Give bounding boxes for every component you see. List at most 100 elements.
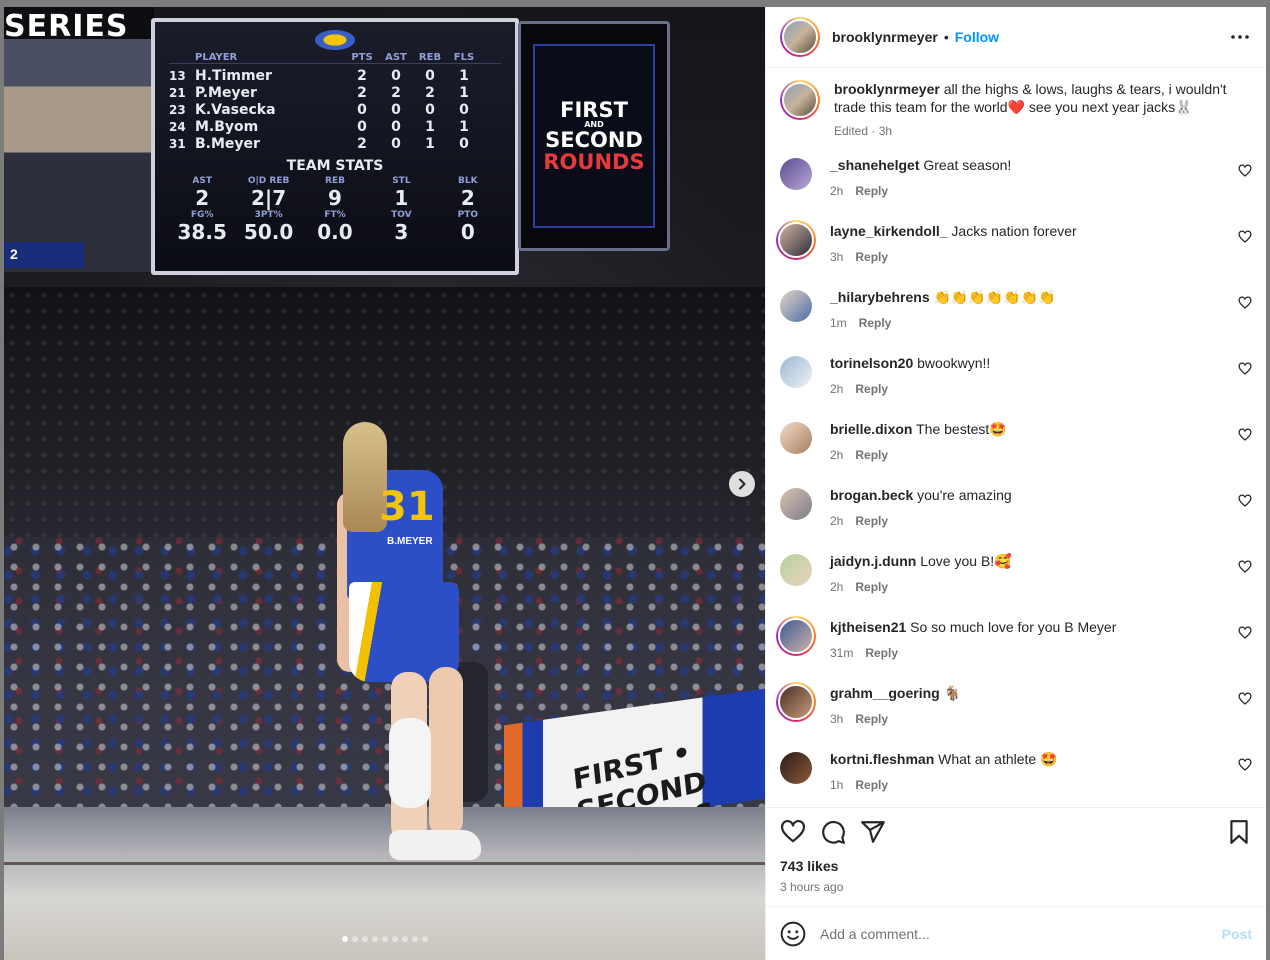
comment-like-heart-icon[interactable]	[1238, 296, 1252, 310]
comment-username[interactable]: kjtheisen21	[830, 619, 906, 635]
team-stat-value: 2	[195, 186, 210, 210]
reply-button[interactable]: Reply	[859, 314, 892, 332]
carousel-dot	[412, 936, 418, 942]
comment-time[interactable]: 2h	[830, 380, 843, 398]
author-username[interactable]: brooklynrmeyer	[832, 29, 938, 45]
comment-input[interactable]	[820, 925, 1222, 942]
scoreboard-fls: 0	[459, 101, 469, 118]
scoreboard-num: 31	[169, 136, 186, 151]
scoreboard-header: PLAYER PTS AST REB FLS	[169, 52, 501, 64]
comment-time[interactable]: 2h	[830, 512, 843, 530]
comment-item: grahm__goering 🐐 3h Reply	[776, 682, 1252, 750]
commenter-story-ring[interactable]	[776, 616, 816, 656]
comment-like-heart-icon[interactable]	[1238, 626, 1252, 640]
commenter-avatar[interactable]	[780, 158, 812, 190]
comment-body: jaidyn.j.dunn Love you B!🥰 2h Reply	[830, 552, 1052, 618]
comment-text: 🐐	[943, 685, 962, 701]
comment-like-heart-icon[interactable]	[1238, 494, 1252, 508]
comment-meta: 2h Reply	[830, 446, 1007, 464]
team-stat-label: FT%	[324, 210, 346, 220]
pts-col-header: PTS	[351, 52, 373, 63]
author-story-ring[interactable]	[780, 17, 820, 57]
reply-button[interactable]: Reply	[855, 578, 888, 596]
comment-time[interactable]: 31m	[830, 644, 853, 662]
scoreboard-row: 13 H.Timmer 2 0 0 1	[169, 67, 501, 84]
heart-icon[interactable]	[780, 819, 806, 845]
comment-username[interactable]: layne_kirkendoll_	[830, 223, 948, 239]
reply-button[interactable]: Reply	[855, 776, 888, 794]
comment-username[interactable]: _shanehelget	[830, 157, 919, 173]
carousel-dot	[342, 936, 348, 942]
comment-icon[interactable]	[820, 819, 846, 845]
comment-like-heart-icon[interactable]	[1238, 362, 1252, 376]
comment-time[interactable]: 1h	[830, 776, 843, 794]
emoji-icon[interactable]	[780, 921, 806, 947]
likes-count[interactable]: 743 likes	[780, 858, 1252, 874]
commenter-avatar[interactable]	[778, 222, 814, 258]
commenter-avatar[interactable]	[780, 290, 812, 322]
commenter-avatar[interactable]	[778, 618, 814, 654]
reply-button[interactable]: Reply	[855, 710, 888, 728]
comment-like-heart-icon[interactable]	[1238, 560, 1252, 574]
comment-time[interactable]: 3h	[830, 710, 843, 728]
comment-like-heart-icon[interactable]	[1238, 758, 1252, 772]
comment-username[interactable]: _hilarybehrens	[830, 289, 930, 305]
comment-username[interactable]: grahm__goering	[830, 685, 940, 701]
bookmark-icon[interactable]	[1226, 819, 1252, 845]
more-options-button[interactable]	[1228, 25, 1252, 49]
comment-line: layne_kirkendoll_ Jacks nation forever	[830, 222, 1077, 240]
comment-like-heart-icon[interactable]	[1238, 692, 1252, 706]
reply-button[interactable]: Reply	[855, 446, 888, 464]
post-media[interactable]: SERIES 2 PLAYER PTS AST REB FLS 13 H.Timm…	[4, 7, 765, 960]
post-time[interactable]: 3 hours ago	[780, 880, 1252, 894]
comment-time[interactable]: 2h	[830, 446, 843, 464]
comment-username[interactable]: jaidyn.j.dunn	[830, 553, 916, 569]
comments-list[interactable]: brooklynrmeyer all the highs & lows, lau…	[766, 68, 1266, 807]
commenter-avatar[interactable]	[780, 488, 812, 520]
scoreboard-ast: 2	[391, 84, 401, 101]
comment-time[interactable]: 2h	[830, 182, 843, 200]
reply-button[interactable]: Reply	[855, 380, 888, 398]
commenter-avatar[interactable]	[780, 554, 812, 586]
caption-avatar[interactable]	[782, 82, 818, 118]
comment-body: torinelson20 bwookwyn!! 2h Reply	[830, 354, 1030, 420]
comment-meta: 2h Reply	[830, 578, 1012, 596]
comment-username[interactable]: brogan.beck	[830, 487, 913, 503]
commenter-avatar[interactable]	[780, 422, 812, 454]
comment-username[interactable]: kortni.fleshman	[830, 751, 934, 767]
comment-time[interactable]: 1m	[830, 314, 847, 332]
comment-item: jaidyn.j.dunn Love you B!🥰 2h Reply	[780, 552, 1252, 618]
caption-story-ring[interactable]	[780, 80, 820, 120]
next-image-button[interactable]	[729, 471, 755, 497]
follow-button[interactable]: Follow	[955, 29, 999, 45]
comment-username[interactable]: brielle.dixon	[830, 421, 912, 437]
reply-button[interactable]: Reply	[855, 248, 888, 266]
post-caption: brooklynrmeyer all the highs & lows, lau…	[780, 80, 1252, 140]
comment-body: brogan.beck you're amazing 2h Reply	[830, 486, 1052, 552]
author-avatar[interactable]	[782, 19, 818, 55]
comment-meta: 1h Reply	[830, 776, 1058, 794]
share-icon[interactable]	[860, 819, 886, 845]
knee-sleeve	[389, 718, 431, 808]
comment-time[interactable]: 3h	[830, 248, 843, 266]
reply-button[interactable]: Reply	[855, 182, 888, 200]
comment-like-heart-icon[interactable]	[1238, 230, 1252, 244]
comment-like-heart-icon[interactable]	[1238, 164, 1252, 178]
comment-username[interactable]: torinelson20	[830, 355, 913, 371]
commenter-avatar[interactable]	[780, 752, 812, 784]
commenter-story-ring[interactable]	[776, 682, 816, 722]
reply-button[interactable]: Reply	[855, 512, 888, 530]
commenter-avatar[interactable]	[780, 356, 812, 388]
comment-like-heart-icon[interactable]	[1238, 428, 1252, 442]
caption-username[interactable]: brooklynrmeyer	[834, 81, 940, 97]
comment-time[interactable]: 2h	[830, 578, 843, 596]
commenter-story-ring[interactable]	[776, 220, 816, 260]
scoreboard-ast: 0	[391, 135, 401, 152]
team-stat-value: 3	[394, 220, 409, 244]
commenter-avatar[interactable]	[778, 684, 814, 720]
scoreboard-pts: 2	[357, 67, 367, 84]
reply-button[interactable]: Reply	[865, 644, 898, 662]
arena-banner-text: SERIES	[4, 9, 129, 44]
post-comment-button[interactable]: Post	[1222, 926, 1252, 942]
carousel-dot	[372, 936, 378, 942]
